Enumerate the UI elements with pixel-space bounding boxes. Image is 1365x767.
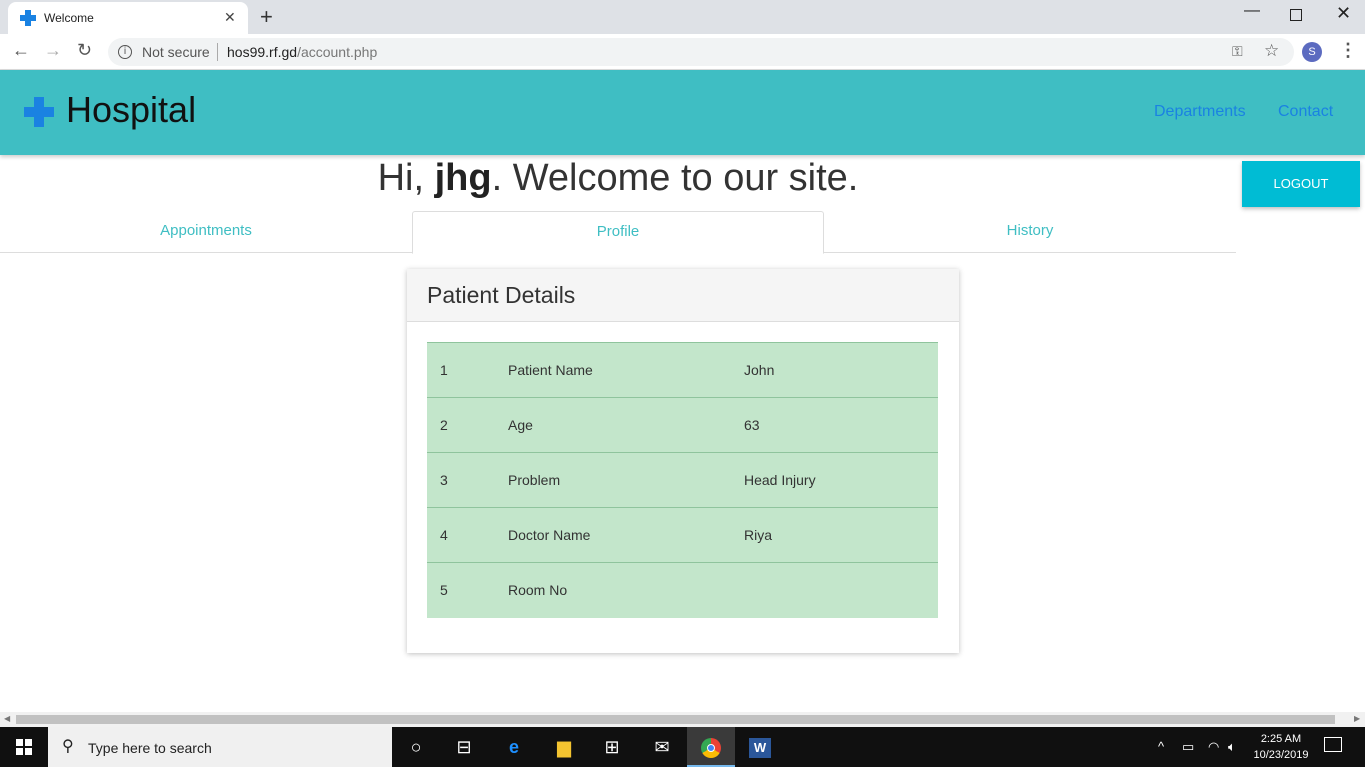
nav-link-departments[interactable]: Departments [1154, 103, 1246, 121]
browser-tab[interactable]: Welcome ✕ [8, 2, 248, 34]
row-value: Head Injury [731, 452, 938, 508]
row-number: 5 [427, 562, 495, 618]
window-close-icon[interactable]: ✕ [1336, 3, 1351, 24]
table-row: 4 Doctor Name Riya [427, 507, 938, 563]
store-icon[interactable]: ⊞ [588, 727, 636, 767]
file-explorer-icon[interactable]: ▆ [540, 727, 588, 767]
battery-icon[interactable]: ▭ [1182, 739, 1194, 755]
tab-title: Welcome [44, 11, 94, 25]
logout-button[interactable]: LOGOUT [1242, 161, 1360, 207]
system-clock[interactable]: 2:25 AM 10/23/2019 [1243, 731, 1319, 763]
greeting-prefix: Hi, [377, 157, 435, 199]
clock-date: 10/23/2019 [1253, 749, 1309, 761]
key-icon[interactable]: ⚿ [1232, 43, 1243, 60]
new-tab-button[interactable]: + [260, 4, 273, 30]
hospital-cross-icon [20, 10, 36, 26]
site-brand[interactable]: Hospital [66, 89, 196, 131]
tab-history[interactable]: History [824, 211, 1236, 253]
row-number: 3 [427, 452, 495, 508]
tray-chevron-icon[interactable]: ^ [1158, 739, 1164, 754]
taskbar-search-box[interactable]: ⚲ Type here to search [48, 727, 392, 767]
row-number: 2 [427, 397, 495, 453]
task-view-icon[interactable]: ⊟ [440, 727, 488, 767]
scroll-left-icon[interactable]: ◀ [4, 714, 10, 723]
edge-browser-icon[interactable]: e [490, 727, 538, 767]
volume-icon[interactable]: 🔈︎ [1228, 739, 1236, 755]
table-row: 1 Patient Name John [427, 342, 938, 398]
search-placeholder: Type here to search [88, 740, 212, 756]
patient-details-table: 1 Patient Name John 2 Age 63 3 Problem H… [427, 342, 938, 618]
kebab-menu-icon[interactable]: ⋮ [1339, 40, 1357, 61]
maximize-icon[interactable] [1290, 9, 1302, 21]
horizontal-scrollbar[interactable]: ◀ ▶ [0, 712, 1365, 727]
browser-tabstrip: Welcome ✕ + — ✕ [0, 0, 1365, 34]
panel-header: Patient Details [407, 269, 959, 322]
site-header: Hospital Departments Contact [0, 70, 1365, 155]
table-row: 2 Age 63 [427, 397, 938, 453]
row-label: Doctor Name [495, 507, 731, 563]
address-bar[interactable]: i Not secure hos99.rf.gd/account.php ⚿ ☆ [108, 38, 1294, 66]
patient-details-panel: Patient Details 1 Patient Name John 2 Ag… [407, 269, 959, 653]
row-value: Riya [731, 507, 938, 563]
forward-arrow-icon[interactable]: → [44, 40, 62, 61]
row-value: John [731, 342, 938, 398]
tab-profile[interactable]: Profile [412, 211, 824, 254]
info-icon[interactable]: i [118, 45, 132, 59]
mail-icon[interactable]: ✉ [638, 727, 686, 767]
row-number: 1 [427, 342, 495, 398]
hospital-cross-icon [24, 97, 54, 127]
search-icon: ⚲ [62, 738, 74, 755]
scrollbar-thumb[interactable] [16, 715, 1335, 724]
account-tabs: Appointments Profile History [0, 211, 1236, 254]
scroll-right-icon[interactable]: ▶ [1354, 714, 1360, 723]
username: jhg [434, 157, 492, 199]
table-row: 5 Room No [427, 562, 938, 618]
page-title: Hi, jhg. Welcome to our site. [0, 157, 1236, 200]
back-arrow-icon[interactable]: ← [12, 40, 30, 61]
panel-title: Patient Details [427, 282, 576, 308]
close-icon[interactable]: ✕ [224, 9, 236, 26]
url-path: /account.php [297, 44, 378, 60]
windows-taskbar: ⚲ Type here to search ○ ⊟ e ▆ ⊞ ✉ W ^ ▭ … [0, 727, 1365, 767]
table-row: 3 Problem Head Injury [427, 452, 938, 508]
clock-time: 2:25 AM [1260, 733, 1302, 745]
windows-start-icon[interactable] [16, 739, 32, 755]
avatar[interactable]: S [1302, 42, 1322, 62]
row-number: 4 [427, 507, 495, 563]
url-host: hos99.rf.gd [227, 44, 298, 60]
wifi-icon[interactable]: ◠ [1208, 739, 1219, 755]
browser-toolbar: ← → ↻ i Not secure hos99.rf.gd/account.p… [0, 34, 1365, 70]
not-secure-label: Not secure [142, 44, 210, 60]
bookmark-star-icon[interactable]: ☆ [1264, 41, 1279, 61]
greeting-suffix: . Welcome to our site. [491, 157, 859, 199]
row-value [731, 562, 938, 618]
word-icon[interactable]: W [736, 727, 784, 767]
reload-icon[interactable]: ↻ [77, 40, 92, 61]
tab-appointments[interactable]: Appointments [0, 211, 412, 253]
row-label: Problem [495, 452, 731, 508]
row-value: 63 [731, 397, 938, 453]
url-text[interactable]: hos99.rf.gd/account.php [227, 44, 377, 60]
nav-link-contact[interactable]: Contact [1278, 103, 1333, 121]
chrome-icon[interactable] [687, 727, 735, 767]
row-label: Age [495, 397, 731, 453]
divider [217, 43, 218, 61]
row-label: Patient Name [495, 342, 731, 398]
cortana-icon[interactable]: ○ [392, 727, 440, 767]
minimize-icon[interactable]: — [1244, 2, 1260, 20]
row-label: Room No [495, 562, 731, 618]
notifications-icon[interactable] [1324, 737, 1342, 752]
